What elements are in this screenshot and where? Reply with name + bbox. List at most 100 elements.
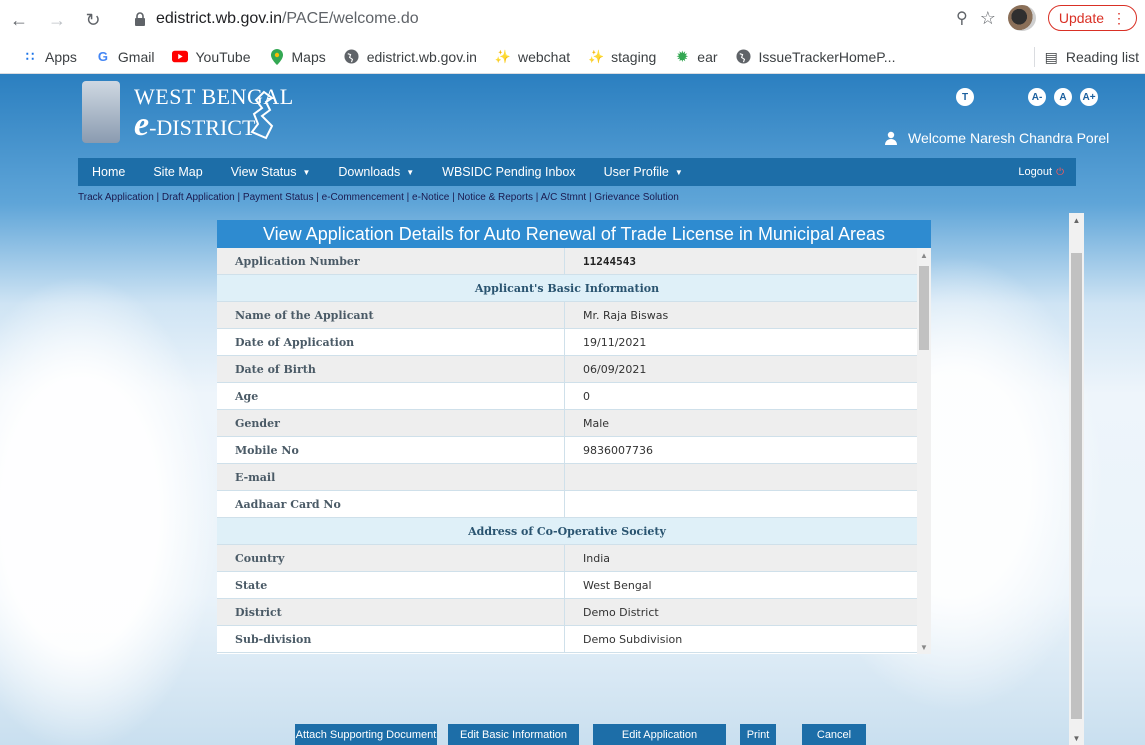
bookmark-label: edistrict.wb.gov.in	[366, 48, 477, 65]
scroll-up-icon[interactable]: ▲	[1069, 213, 1084, 227]
menu-label: WBSIDC Pending Inbox	[442, 165, 576, 179]
reading-list-icon: ▤	[1044, 48, 1058, 65]
field-value: 06/09/2021	[583, 362, 647, 376]
forward-icon[interactable]: →	[46, 9, 68, 31]
bookmark-youtube[interactable]: YouTube	[172, 48, 251, 65]
bookmark-webchat[interactable]: ✨ webchat	[495, 49, 570, 65]
scroll-down-icon[interactable]: ▼	[917, 640, 931, 654]
bookmark-label: Apps	[45, 48, 77, 65]
bookmark-maps[interactable]: Maps	[269, 48, 326, 65]
welcome-text: Welcome Naresh Chandra Porel	[908, 130, 1110, 146]
theme-toggle-button[interactable]: T	[956, 88, 974, 106]
site-header: WEST BENGAL e-DISTRICT T A- A A+ Welcome…	[0, 74, 1145, 152]
power-icon: ⏻	[1056, 166, 1064, 178]
scrollbar-thumb[interactable]	[919, 266, 929, 350]
quick-links[interactable]: Track Application | Draft Application | …	[78, 192, 679, 203]
panel-scrollbar[interactable]: ▲ ▼	[917, 248, 931, 654]
menu-home[interactable]: Home	[78, 158, 139, 186]
reload-icon[interactable]: ↻	[82, 9, 104, 31]
back-icon[interactable]: ←	[8, 9, 30, 31]
url-host: edistrict.wb.gov.in	[156, 10, 282, 27]
table-row: Aadhaar Card No	[217, 491, 917, 518]
maps-pin-icon	[269, 48, 285, 65]
menu-label: Site Map	[153, 165, 203, 179]
lock-icon	[135, 12, 145, 26]
field-label: District	[217, 599, 565, 625]
field-label: Date of Application	[217, 329, 565, 355]
cancel-button[interactable]: Cancel	[802, 724, 866, 745]
field-label: State	[217, 572, 565, 598]
page-scrollbar[interactable]: ▲ ▼	[1069, 213, 1084, 745]
bookmark-ear[interactable]: ✹ ear	[674, 48, 718, 65]
update-label: Update	[1058, 10, 1104, 26]
details-table: Application Number 11244543 Applicant's …	[217, 248, 917, 654]
panel-title: View Application Details for Auto Renewa…	[217, 220, 931, 248]
scroll-down-icon[interactable]: ▼	[1069, 731, 1084, 745]
logout-link[interactable]: Logout ⏻	[1018, 158, 1064, 186]
table-row: E-mail	[217, 464, 917, 491]
bookmark-label: webchat	[517, 48, 571, 65]
field-value: 0	[583, 389, 590, 403]
bookmark-label: Maps	[291, 48, 326, 65]
table-row: Country India	[217, 545, 917, 572]
bookmark-issuetracker[interactable]: IssueTrackerHomeP...	[736, 49, 895, 65]
field-value	[565, 464, 917, 490]
swirl-icon: ✹	[676, 48, 688, 64]
menu-wbsidc-pending-inbox[interactable]: WBSIDC Pending Inbox	[428, 158, 589, 186]
attach-document-button[interactable]: Attach Supporting Document	[295, 724, 437, 745]
main-menu: Home Site Map View Status ▼ Downloads ▼ WB…	[78, 158, 1076, 186]
kebab-menu-icon: ⋮	[1112, 9, 1126, 26]
application-details-panel: View Application Details for Auto Renewa…	[217, 220, 931, 654]
section-header: Address of Co-Operative Society	[217, 518, 917, 545]
field-label: Mobile No	[217, 437, 565, 463]
bookmarks-bar: ∷ Apps G Gmail YouTube Maps edistrict.wb.g…	[0, 40, 1145, 74]
bookmark-label: YouTube	[195, 48, 251, 65]
menu-downloads[interactable]: Downloads ▼	[324, 158, 428, 186]
menu-user-profile[interactable]: User Profile ▼	[590, 158, 697, 186]
menu-label: User Profile	[603, 165, 669, 179]
globe-icon	[736, 49, 752, 65]
table-row: District Demo District	[217, 599, 917, 626]
update-button[interactable]: Update ⋮	[1047, 5, 1137, 31]
bolt-icon: ✨	[494, 48, 512, 64]
bookmark-edistrict[interactable]: edistrict.wb.gov.in	[344, 49, 477, 65]
scroll-up-icon[interactable]: ▲	[917, 248, 931, 262]
welcome-user: Welcome Naresh Chandra Porel	[884, 130, 1109, 146]
print-button[interactable]: Print	[740, 724, 776, 745]
table-row: Name of the Applicant Mr. Raja Biswas	[217, 302, 917, 329]
menu-site-map[interactable]: Site Map	[139, 158, 216, 186]
menu-label: Downloads	[338, 165, 401, 179]
star-icon[interactable]: ☆	[980, 8, 996, 29]
bookmark-apps[interactable]: ∷ Apps	[22, 49, 77, 65]
section-header: Applicant's Basic Information	[217, 275, 917, 302]
edit-basic-info-button[interactable]: Edit Basic Information	[448, 724, 579, 745]
state-map-icon	[250, 90, 274, 140]
font-increase-button[interactable]: A+	[1080, 88, 1098, 106]
profile-avatar[interactable]	[1007, 5, 1036, 31]
field-value: 19/11/2021	[583, 335, 647, 349]
scrollbar-thumb[interactable]	[1071, 253, 1082, 719]
bookmark-label: ear	[697, 48, 718, 65]
bookmark-staging[interactable]: ✨ staging	[588, 49, 656, 65]
menu-label: View Status	[230, 165, 297, 179]
accessibility-controls: T A- A A+	[956, 88, 1098, 106]
reading-list[interactable]: ▤ Reading list	[1033, 47, 1145, 67]
edit-application-button[interactable]: Edit Application	[593, 724, 726, 745]
font-decrease-button[interactable]: A-	[1028, 88, 1046, 106]
table-row: Sub-division Demo Subdivision	[217, 626, 917, 653]
field-label: Sub-division	[217, 626, 565, 652]
caret-down-icon: ▼	[302, 167, 311, 177]
address-bar[interactable]: edistrict.wb.gov.in/PACE/welcome.do	[132, 5, 962, 33]
bookmark-gmail[interactable]: G Gmail	[95, 49, 155, 65]
logout-label: Logout	[1018, 166, 1053, 178]
field-value: Demo District	[583, 605, 659, 619]
table-row: Application Number 11244543	[217, 248, 917, 275]
user-icon	[885, 131, 897, 145]
field-label: Gender	[217, 410, 565, 436]
font-normal-button[interactable]: A	[1054, 88, 1072, 106]
menu-label: Home	[92, 165, 126, 179]
state-emblem	[82, 81, 120, 143]
zoom-icon[interactable]: ⚲	[956, 8, 968, 28]
menu-view-status[interactable]: View Status ▼	[217, 158, 325, 186]
